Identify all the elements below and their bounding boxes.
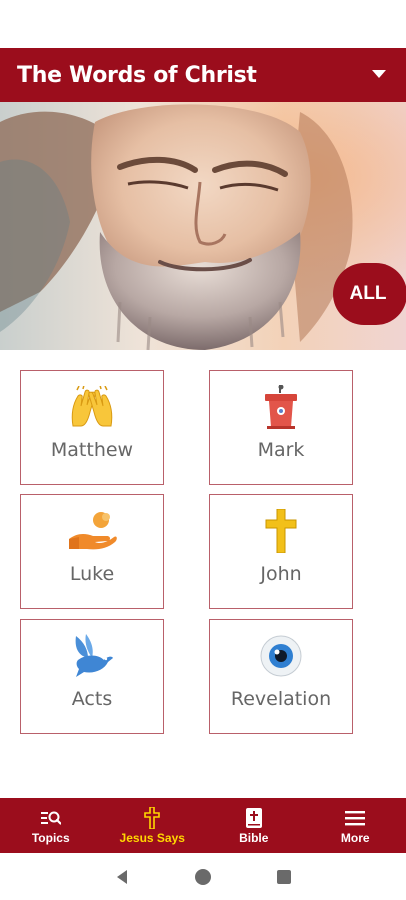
menu-icon [345, 807, 366, 829]
book-tile-luke[interactable]: Luke [20, 494, 164, 609]
book-label: Luke [69, 563, 115, 585]
bible-icon [245, 807, 262, 829]
podium-icon [210, 385, 352, 429]
eye-icon [210, 634, 352, 678]
app-header: The Words of Christ [0, 48, 406, 102]
nav-label: Jesus Says [119, 830, 185, 845]
recents-icon[interactable] [272, 865, 296, 889]
book-label: Mark [257, 439, 305, 461]
nav-item-bible[interactable]: Bible [203, 798, 305, 853]
book-label: Matthew [50, 439, 134, 461]
book-tile-mark[interactable]: Mark [209, 370, 353, 485]
nav-item-jesus-says[interactable]: Jesus Says [102, 798, 204, 853]
book-label: Acts [71, 688, 113, 710]
book-label: Revelation [230, 688, 332, 710]
book-tile-revelation[interactable]: Revelation [209, 619, 353, 734]
book-label: John [260, 563, 302, 585]
giving-hand-icon [21, 509, 163, 553]
book-tile-acts[interactable]: Acts [20, 619, 164, 734]
book-tile-john[interactable]: John [209, 494, 353, 609]
dove-icon [21, 634, 163, 678]
back-icon[interactable] [110, 865, 134, 889]
status-bar [0, 0, 406, 48]
raised-hands-icon [21, 385, 163, 429]
cross-icon [210, 509, 352, 553]
all-button[interactable]: ALL [333, 263, 406, 325]
book-tile-matthew[interactable]: Matthew [20, 370, 164, 485]
home-icon[interactable] [191, 865, 215, 889]
page-title: The Words of Christ [17, 62, 257, 88]
system-navigation-bar [0, 853, 406, 900]
nav-label: Topics [31, 830, 70, 845]
dropdown-arrow-icon[interactable] [372, 70, 386, 78]
bottom-navigation: Topics Jesus Says Bible More [0, 798, 406, 853]
topics-search-icon [40, 807, 61, 829]
cross-icon [144, 806, 161, 829]
nav-item-more[interactable]: More [305, 798, 406, 853]
nav-label: Bible [239, 830, 269, 845]
nav-item-topics[interactable]: Topics [0, 798, 102, 853]
nav-label: More [340, 830, 370, 845]
